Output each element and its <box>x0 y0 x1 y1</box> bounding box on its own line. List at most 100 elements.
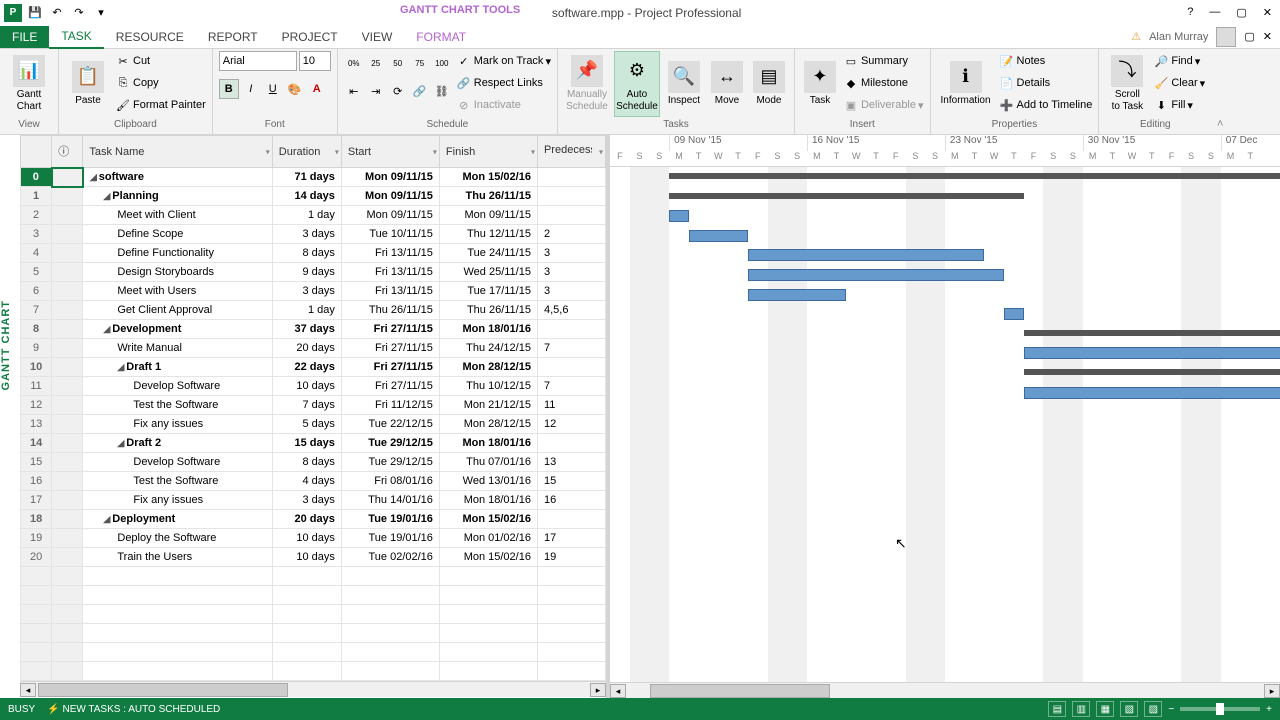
table-row[interactable]: 16 Test the Software 4 days Fri 08/01/16… <box>21 472 606 491</box>
paste-button[interactable]: 📋 Paste <box>65 51 111 117</box>
manually-schedule-button[interactable]: 📌 Manually Schedule <box>564 51 610 117</box>
table-row[interactable]: 10 ◢Draft 1 22 days Fri 27/11/15 Mon 28/… <box>21 358 606 377</box>
tab-task[interactable]: TASK <box>49 25 103 49</box>
tab-report[interactable]: REPORT <box>196 26 270 48</box>
right-scroll-thumb[interactable] <box>650 684 830 698</box>
table-row[interactable]: 1 ◢Planning 14 days Mon 09/11/15 Thu 26/… <box>21 187 606 206</box>
table-row[interactable]: 13 Fix any issues 5 days Tue 22/12/15 Mo… <box>21 415 606 434</box>
left-scroll-thumb[interactable] <box>38 683 288 697</box>
underline-button[interactable]: U <box>263 79 283 99</box>
zoom-out-icon[interactable]: − <box>1168 704 1174 715</box>
pct0-button[interactable]: 0% <box>344 53 364 73</box>
table-row[interactable]: 15 Develop Software 8 days Tue 29/12/15 … <box>21 453 606 472</box>
pct25-button[interactable]: 25 <box>366 53 386 73</box>
col-predecessors[interactable]: Predecessors▾ <box>537 136 605 168</box>
gantt-chart-button[interactable]: 📊 Gantt Chart <box>6 51 52 117</box>
tab-resource[interactable]: RESOURCE <box>104 26 196 48</box>
col-task-name[interactable]: Task Name▾ <box>83 136 272 168</box>
find-button[interactable]: 🔎Find ▾ <box>1153 51 1205 71</box>
gantt-bar[interactable] <box>748 269 1004 281</box>
gantt-bar[interactable] <box>689 230 748 242</box>
indent-button[interactable]: ⇥ <box>366 81 386 101</box>
zoom-slider[interactable] <box>1180 707 1260 711</box>
pct100-button[interactable]: 100 <box>432 53 452 73</box>
view-report-icon[interactable]: ▨ <box>1144 701 1162 717</box>
copy-button[interactable]: ⎘Copy <box>115 73 206 93</box>
table-row[interactable] <box>21 643 606 662</box>
information-button[interactable]: ℹ Information <box>937 51 995 117</box>
fill-button[interactable]: ⬇Fill ▾ <box>1153 95 1205 115</box>
table-row[interactable]: 12 Test the Software 7 days Fri 11/12/15… <box>21 396 606 415</box>
table-row[interactable] <box>21 567 606 586</box>
timeline-header[interactable]: FSSMTWTFSSMTWTFSSMTWTFSSMTWTFSSMT09 Nov … <box>610 135 1280 167</box>
table-row[interactable]: 14 ◢Draft 2 15 days Tue 29/12/15 Mon 18/… <box>21 434 606 453</box>
clear-button[interactable]: 🧹Clear ▾ <box>1153 73 1205 93</box>
gantt-bar[interactable] <box>669 173 1280 179</box>
gantt-bar[interactable] <box>1024 387 1280 399</box>
table-row[interactable] <box>21 605 606 624</box>
fill-color-button[interactable]: 🎨 <box>285 79 305 99</box>
task-button[interactable]: ✦ Task <box>801 51 839 117</box>
move-button[interactable]: ↔ Move <box>708 51 746 117</box>
right-hscroll[interactable]: ◂ ▸ <box>610 682 1280 698</box>
table-row[interactable]: 19 Deploy the Software 10 days Tue 19/01… <box>21 529 606 548</box>
table-row[interactable] <box>21 624 606 643</box>
table-row[interactable]: 3 Define Scope 3 days Tue 10/11/15 Thu 1… <box>21 225 606 244</box>
add-timeline-button[interactable]: ➕Add to Timeline <box>999 95 1093 115</box>
scroll-to-task-button[interactable]: ⤵ Scroll to Task <box>1105 51 1149 117</box>
gantt-bar[interactable] <box>1004 308 1024 320</box>
bold-button[interactable]: B <box>219 79 239 99</box>
summary-button[interactable]: ▭Summary <box>843 51 924 71</box>
collapse-ribbon-icon[interactable]: ˄ <box>1217 118 1223 130</box>
milestone-button[interactable]: ◆Milestone <box>843 73 924 93</box>
format-painter-button[interactable]: 🖌Format Painter <box>115 95 206 115</box>
table-row[interactable] <box>21 662 606 681</box>
unlink-button[interactable]: ⛓ <box>432 81 452 101</box>
view-usage-icon[interactable]: ▥ <box>1072 701 1090 717</box>
pct50-button[interactable]: 50 <box>388 53 408 73</box>
table-row[interactable]: 4 Define Functionality 8 days Fri 13/11/… <box>21 244 606 263</box>
scroll-left-icon[interactable]: ◂ <box>610 684 626 698</box>
table-row[interactable]: 6 Meet with Users 3 days Fri 13/11/15 Tu… <box>21 282 606 301</box>
mode-button[interactable]: ▤ Mode <box>750 51 788 117</box>
table-row[interactable]: 2 Meet with Client 1 day Mon 09/11/15 Mo… <box>21 206 606 225</box>
font-name-input[interactable] <box>219 51 297 71</box>
col-rownum[interactable] <box>21 136 52 168</box>
table-row[interactable]: 5 Design Storyboards 9 days Fri 13/11/15… <box>21 263 606 282</box>
gantt-bar[interactable] <box>1024 347 1280 359</box>
scroll-right-icon[interactable]: ▸ <box>1264 684 1280 698</box>
outdent-button[interactable]: ⇤ <box>344 81 364 101</box>
gantt-bar[interactable] <box>669 210 689 222</box>
inactivate-button[interactable]: ⊘Inactivate <box>456 95 551 115</box>
table-row[interactable]: 11 Develop Software 10 days Fri 27/11/15… <box>21 377 606 396</box>
view-gantt-icon[interactable]: ▤ <box>1048 701 1066 717</box>
col-finish[interactable]: Finish▾ <box>439 136 537 168</box>
user-name[interactable]: Alan Murray <box>1149 31 1208 43</box>
scroll-right-icon[interactable]: ▸ <box>590 683 606 697</box>
minimize-icon[interactable]: — <box>1205 6 1224 19</box>
table-row[interactable]: 0 ◢software 71 days Mon 09/11/15 Mon 15/… <box>21 168 606 187</box>
inspect-button[interactable]: 🔍 Inspect <box>664 51 704 117</box>
auto-schedule-button[interactable]: ⚙ Auto Schedule <box>614 51 660 117</box>
undo-icon[interactable]: ↶ <box>48 4 66 22</box>
gantt-bar[interactable] <box>1024 330 1280 336</box>
gantt-bar[interactable] <box>748 249 984 261</box>
table-row[interactable]: 9 Write Manual 20 days Fri 27/11/15 Thu … <box>21 339 606 358</box>
update-button[interactable]: ⟳ <box>388 81 408 101</box>
gantt-bar[interactable] <box>1024 369 1280 375</box>
view-team-icon[interactable]: ▦ <box>1096 701 1114 717</box>
user-avatar[interactable] <box>1216 27 1236 47</box>
tab-view[interactable]: VIEW <box>350 26 405 48</box>
save-icon[interactable]: 💾 <box>26 4 44 22</box>
doc-close-icon[interactable]: ✕ <box>1263 30 1272 43</box>
table-row[interactable]: 7 Get Client Approval 1 day Thu 26/11/15… <box>21 301 606 320</box>
col-info[interactable]: ⓘ <box>52 136 83 168</box>
tab-file[interactable]: FILE <box>0 26 49 48</box>
ribbon-minimize-icon[interactable]: ▢ <box>1244 30 1254 43</box>
task-table[interactable]: ⓘ Task Name▾ Duration▾ Start▾ Finish▾ Pr… <box>20 135 606 681</box>
col-start[interactable]: Start▾ <box>341 136 439 168</box>
maximize-icon[interactable]: ▢ <box>1232 6 1250 19</box>
font-color-button[interactable]: A <box>307 79 327 99</box>
gantt-bar[interactable] <box>748 289 847 301</box>
qat-more-icon[interactable]: ▾ <box>92 4 110 22</box>
